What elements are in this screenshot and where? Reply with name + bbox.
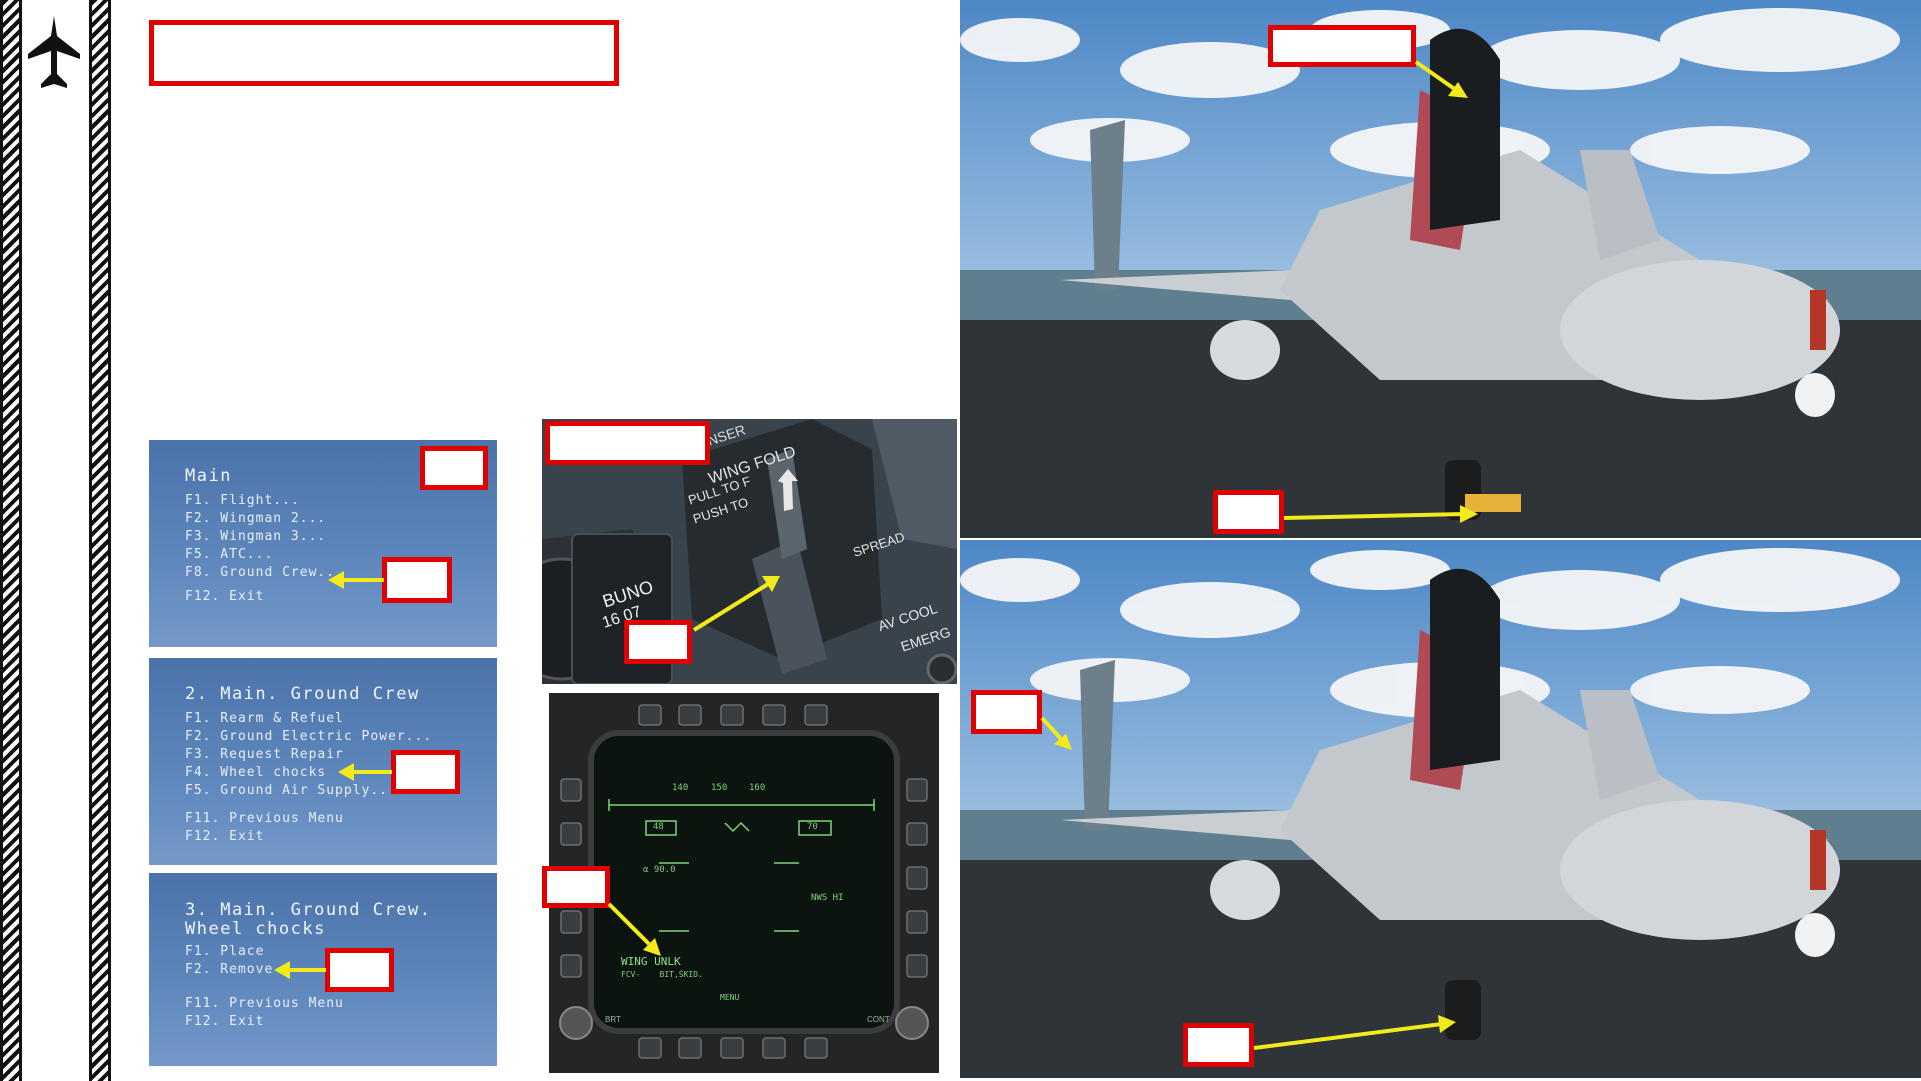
menu-item-rearm[interactable]: F1. Rearm & Refuel — [185, 710, 497, 728]
menu-item-previous[interactable]: F11. Previous Menu — [185, 995, 497, 1013]
ddi-left-box: 48 — [653, 822, 664, 832]
ddi-alpha: α 90.0 — [643, 865, 676, 875]
sidebar-stripe-right — [89, 0, 111, 1081]
menu-item-ground-power[interactable]: F2. Ground Electric Power... — [185, 728, 497, 746]
sidebar-stripe-left — [0, 0, 22, 1081]
ddi-heading-140: 140 — [672, 783, 689, 793]
callout-box — [624, 620, 692, 664]
ddi-menu[interactable]: MENU — [720, 993, 739, 1002]
menu-item-wingman3[interactable]: F3. Wingman 3... — [185, 528, 497, 546]
ddi-cont-label: CONT — [867, 1015, 890, 1024]
pointer-arrow-icon — [692, 576, 780, 632]
fighter-jet-icon — [28, 16, 80, 88]
pointer-arrow-icon — [607, 902, 661, 956]
ddi-heading-150: 150 — [711, 783, 728, 793]
ddi-brt-label: BRT — [605, 1015, 621, 1024]
pointer-arrow-icon — [1040, 716, 1072, 750]
callout-box — [1183, 1023, 1254, 1067]
callout-box — [542, 866, 610, 908]
menu-item-flight[interactable]: F1. Flight... — [185, 492, 497, 510]
callout-box — [382, 557, 452, 603]
callout-box — [391, 750, 460, 794]
pointer-arrow-icon — [338, 763, 392, 781]
menu-item-exit[interactable]: F12. Exit — [185, 1013, 497, 1031]
page-title-box — [149, 20, 619, 86]
callout-box — [545, 421, 710, 465]
menu-item-previous[interactable]: F11. Previous Menu — [185, 810, 497, 828]
menu-title: 3. Main. Ground Crew. Wheel chocks — [185, 900, 432, 939]
callout-box — [1268, 25, 1416, 67]
pointer-arrow-icon — [274, 961, 326, 979]
menu-title: 2. Main. Ground Crew — [185, 684, 420, 704]
pointer-arrow-icon — [1283, 505, 1478, 523]
menu-item-wingman2[interactable]: F2. Wingman 2... — [185, 510, 497, 528]
callout-box — [325, 948, 394, 992]
menu-item-exit[interactable]: F12. Exit — [185, 828, 497, 846]
ddi-status: FCV- BIT,SKID. — [621, 970, 703, 979]
aircraft-photo-chocks-removed — [960, 540, 1921, 1078]
ddi-right-box: 70 — [807, 822, 818, 832]
callout-box — [1213, 490, 1284, 534]
callout-box — [971, 690, 1042, 734]
ddi-heading-160: 160 — [749, 783, 766, 793]
ddi-alpha-value: 90.0 — [653, 865, 676, 875]
ddi-nws: NWS HI — [811, 893, 844, 903]
callout-box — [420, 446, 488, 490]
pointer-arrow-icon — [328, 571, 384, 589]
pointer-arrow-icon — [1414, 60, 1468, 98]
pointer-arrow-icon — [1253, 1015, 1456, 1050]
